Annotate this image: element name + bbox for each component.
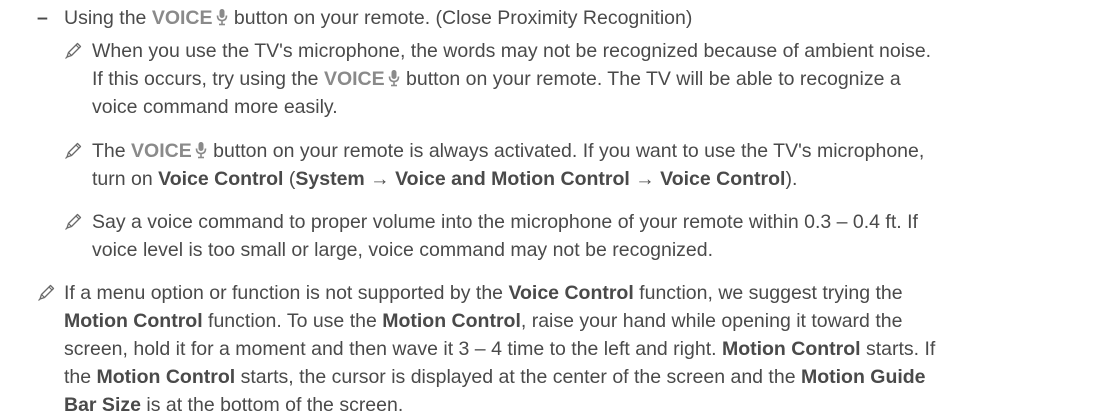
voice-button-label: VOICE	[323, 68, 385, 90]
note2-line2: turn on Voice Control (System → Voice an…	[92, 168, 798, 190]
note3-line2: voice level is too small or large, voice…	[92, 239, 714, 261]
note3-line1: Say a voice command to proper volume int…	[92, 211, 918, 233]
note-pencil-icon	[64, 140, 84, 160]
note4-line5: Bar Size is at the bottom of the screen.	[64, 394, 404, 416]
microphone-icon	[215, 8, 229, 26]
note4-line1: If a menu option or function is not supp…	[64, 282, 903, 304]
note-pencil-icon	[64, 40, 84, 60]
note1-line3: voice command more easily.	[92, 96, 338, 118]
note1-line2: If this occurs, try using the VOICE butt…	[92, 68, 901, 90]
note4-line4: the Motion Control starts, the cursor is…	[64, 366, 926, 388]
note4-line3: screen, hold it for a moment and then wa…	[64, 338, 936, 360]
note-pencil-icon	[37, 282, 57, 302]
note1-line1: When you use the TV's microphone, the wo…	[92, 40, 932, 62]
manual-page: { "bullet": { "dash": "–", "part1": "Usi…	[0, 0, 1110, 418]
dash-bullet: –	[37, 7, 48, 29]
microphone-icon	[194, 141, 208, 159]
note4-line2: Motion Control function. To use the Moti…	[64, 310, 903, 332]
voice-button-label: VOICE	[131, 140, 192, 162]
microphone-icon	[387, 69, 401, 87]
note-pencil-icon	[64, 211, 84, 231]
voice-button-label: VOICE	[151, 7, 213, 29]
note2-line1: The VOICE button on your remote is alway…	[92, 140, 925, 162]
bullet-voice-remote: Using the VOICE button on your remote. (…	[64, 7, 693, 29]
